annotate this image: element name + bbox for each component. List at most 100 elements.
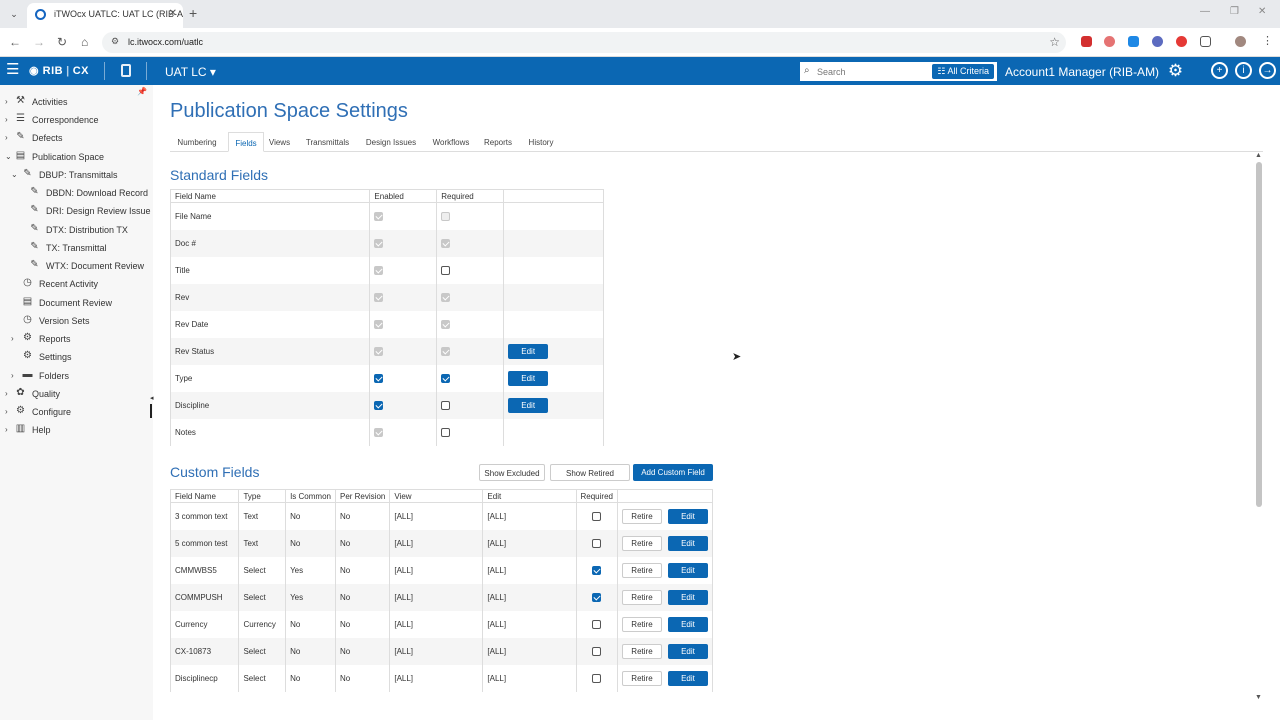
- required-checkbox[interactable]: [441, 427, 451, 437]
- sidebar-item-correspondence[interactable]: › ☰ Correspondence: [0, 111, 153, 129]
- retire-button[interactable]: Retire: [621, 508, 662, 524]
- required-checkbox[interactable]: [441, 265, 451, 275]
- info-icon[interactable]: i: [1235, 62, 1252, 79]
- edit-button[interactable]: Edit: [667, 508, 708, 524]
- enabled-checkbox[interactable]: [374, 373, 384, 383]
- tab-views[interactable]: Views: [264, 132, 295, 152]
- retire-button[interactable]: Retire: [621, 562, 662, 578]
- close-tab-icon[interactable]: ✕: [169, 8, 177, 19]
- forward-icon[interactable]: →: [33, 35, 45, 49]
- hamburger-menu-icon[interactable]: ☰: [6, 62, 19, 77]
- enabled-checkbox[interactable]: [374, 400, 384, 410]
- new-tab-icon[interactable]: +: [189, 5, 197, 21]
- site-info-icon[interactable]: ⚙: [111, 36, 119, 47]
- settings-gear-icon[interactable]: ⚙: [1167, 62, 1184, 79]
- tab-fields[interactable]: Fields: [228, 132, 264, 152]
- rib-cx-logo[interactable]: ◉ RIB | CX: [29, 64, 89, 77]
- bookmark-star-icon[interactable]: ☆: [1049, 35, 1060, 49]
- required-checkbox[interactable]: [441, 400, 451, 410]
- browser-menu-icon[interactable]: ⋮: [1262, 36, 1273, 47]
- all-criteria-button[interactable]: ☷ All Criteria: [932, 64, 994, 79]
- retire-button[interactable]: Retire: [621, 535, 662, 551]
- tab-list-chevron-icon[interactable]: ⌄: [5, 5, 23, 23]
- sidebar-item-version-sets[interactable]: ◷ Version Sets: [0, 312, 153, 330]
- sidebar-item-document-review[interactable]: ▤ Document Review: [0, 294, 153, 312]
- sidebar-item-recent-activity[interactable]: ◷ Recent Activity: [0, 275, 153, 293]
- required-checkbox[interactable]: [592, 565, 602, 575]
- scroll-thumb[interactable]: [1256, 162, 1262, 507]
- chevron-down-icon[interactable]: ⌄: [11, 170, 18, 179]
- tab-history[interactable]: History: [521, 132, 561, 152]
- edit-button[interactable]: Edit: [508, 397, 549, 413]
- retire-button[interactable]: Retire: [621, 643, 662, 659]
- required-checkbox[interactable]: [592, 511, 602, 521]
- chevron-right-icon[interactable]: ›: [5, 133, 8, 142]
- required-checkbox[interactable]: [592, 592, 602, 602]
- sidebar-item-configure[interactable]: › ⚙ Configure: [0, 403, 153, 421]
- restore-icon[interactable]: ❐: [1230, 6, 1239, 17]
- tab-design-issues[interactable]: Design Issues: [360, 132, 422, 152]
- project-icon[interactable]: [121, 64, 131, 77]
- chevron-right-icon[interactable]: ›: [11, 371, 14, 380]
- search-input[interactable]: Search: [817, 67, 846, 77]
- back-icon[interactable]: ←: [9, 35, 21, 49]
- sidebar-item-defects[interactable]: › ✎ Defects: [0, 129, 153, 147]
- add-icon[interactable]: +: [1211, 62, 1228, 79]
- project-dropdown[interactable]: UAT LC ▾: [165, 65, 216, 79]
- required-checkbox[interactable]: [592, 538, 602, 548]
- browser-tab[interactable]: iTWOcx UATLC: UAT LC (RIB-AM) ✕: [27, 3, 183, 28]
- chevron-right-icon[interactable]: ›: [5, 425, 8, 434]
- search-box[interactable]: ⌕ Search ☷ All Criteria: [799, 61, 998, 82]
- puzzle-extensions-icon[interactable]: [1200, 36, 1211, 47]
- home-icon[interactable]: ⌂: [81, 35, 88, 49]
- show-excluded-button[interactable]: Show Excluded: [479, 464, 545, 481]
- minimize-icon[interactable]: —: [1200, 6, 1210, 17]
- sidebar-item-reports[interactable]: › ⚙ Reports: [0, 330, 153, 348]
- page-scrollbar[interactable]: ▲ ▼: [1254, 152, 1264, 704]
- add-custom-field-button[interactable]: Add Custom Field: [633, 464, 713, 481]
- chevron-right-icon[interactable]: ›: [5, 389, 8, 398]
- gear-extension-icon[interactable]: [1152, 36, 1163, 47]
- user-menu[interactable]: Account1 Manager (RIB-AM): [1005, 65, 1159, 79]
- chevron-right-icon[interactable]: ›: [5, 407, 8, 416]
- sidebar-item-publication-space[interactable]: ⌄ ▤ Publication Space: [0, 148, 153, 166]
- chevron-right-icon[interactable]: ›: [5, 115, 8, 124]
- close-window-icon[interactable]: ✕: [1258, 6, 1266, 17]
- scroll-down-icon[interactable]: ▼: [1255, 694, 1262, 701]
- sidebar-item-quality[interactable]: › ✿ Quality: [0, 385, 153, 403]
- tab-transmittals[interactable]: Transmittals: [299, 132, 356, 152]
- chevron-down-icon[interactable]: ⌄: [5, 152, 12, 161]
- chevron-right-icon[interactable]: ›: [5, 97, 8, 106]
- profile-avatar[interactable]: [1235, 36, 1246, 47]
- sidebar-item-dri-design-review-issue[interactable]: ✎ DRI: Design Review Issue: [0, 202, 153, 220]
- sidebar-item-help[interactable]: › ▥ Help: [0, 421, 153, 439]
- sidebar-item-folders[interactable]: › ▬ Folders: [0, 367, 153, 385]
- edit-button[interactable]: Edit: [667, 643, 708, 659]
- tab-reports[interactable]: Reports: [480, 132, 516, 152]
- required-checkbox[interactable]: [592, 619, 602, 629]
- edit-button[interactable]: Edit: [508, 370, 549, 386]
- shield-extension-icon[interactable]: [1104, 36, 1115, 47]
- retire-button[interactable]: Retire: [621, 616, 662, 632]
- calendar-extension-icon[interactable]: [1081, 36, 1092, 47]
- sidebar-item-wtx-document-review[interactable]: ✎ WTX: Document Review: [0, 257, 153, 275]
- edit-button[interactable]: Edit: [508, 343, 549, 359]
- sidebar-item-dbdn-download-record[interactable]: ✎ DBDN: Download Record: [0, 184, 153, 202]
- required-checkbox[interactable]: [441, 373, 451, 383]
- scroll-up-icon[interactable]: ▲: [1255, 152, 1262, 159]
- show-retired-button[interactable]: Show Retired: [550, 464, 630, 481]
- sidebar-item-settings[interactable]: ⚙ Settings: [0, 348, 153, 366]
- tab-numbering[interactable]: Numbering: [170, 132, 224, 152]
- url-field[interactable]: ⚙ lc.itwocx.com/uatlc ☆: [102, 32, 1066, 53]
- opera-extension-icon[interactable]: [1176, 36, 1187, 47]
- edit-button[interactable]: Edit: [667, 535, 708, 551]
- retire-button[interactable]: Retire: [621, 670, 662, 686]
- logout-icon[interactable]: →: [1259, 62, 1276, 79]
- retire-button[interactable]: Retire: [621, 589, 662, 605]
- sidebar-item-dbup-transmittals[interactable]: ⌄ ✎ DBUP: Transmittals: [0, 166, 153, 184]
- edit-button[interactable]: Edit: [667, 562, 708, 578]
- sidebar-resize-handle[interactable]: [150, 404, 152, 418]
- sidebar-item-activities[interactable]: › ⚒ Activities: [0, 93, 153, 111]
- tab-workflows[interactable]: Workflows: [427, 132, 475, 152]
- required-checkbox[interactable]: [592, 646, 602, 656]
